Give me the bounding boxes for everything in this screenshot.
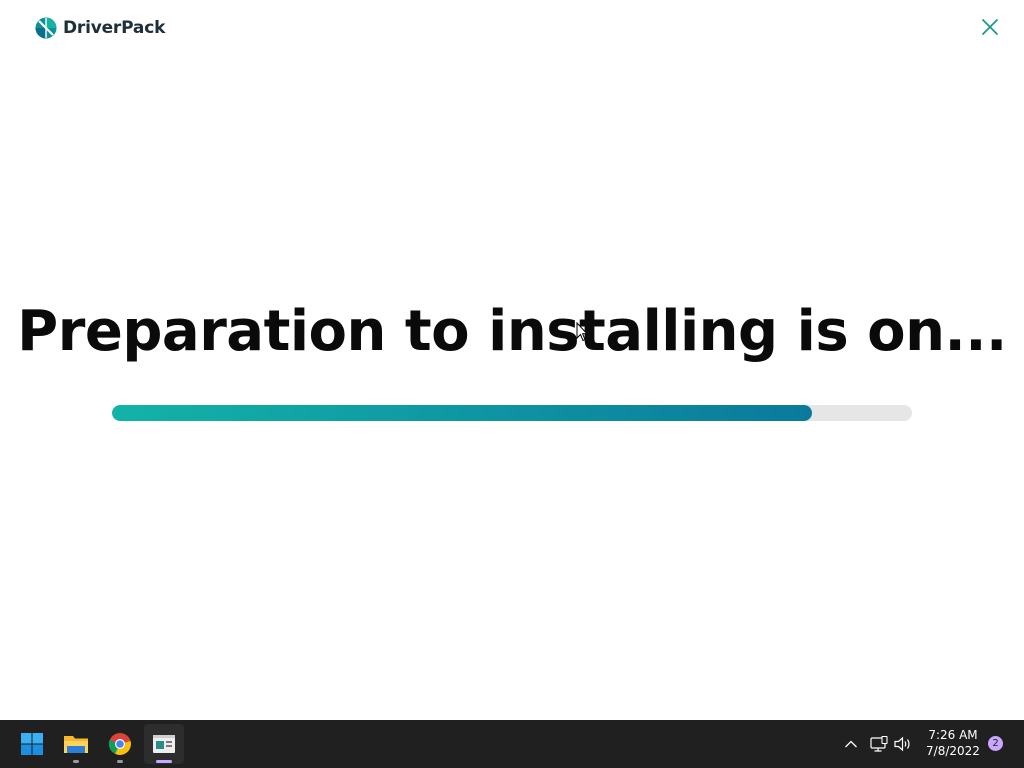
running-indicator [73, 760, 79, 763]
clock-date: 7/8/2022 [926, 744, 980, 758]
progress-bar [112, 405, 912, 421]
system-clock[interactable]: 7:26 AM 7/8/2022 [920, 727, 986, 759]
driverpack-app-icon [153, 735, 175, 753]
driverpack-logo-icon [35, 17, 57, 39]
network-icon [870, 736, 888, 752]
tray-overflow-button[interactable] [839, 732, 863, 756]
start-button[interactable] [12, 724, 52, 764]
running-indicator [117, 760, 123, 763]
active-indicator [156, 760, 172, 763]
chevron-up-icon [845, 740, 857, 748]
close-button[interactable] [978, 15, 1002, 39]
network-status[interactable] [867, 732, 891, 756]
volume-control[interactable] [891, 732, 915, 756]
taskbar-file-explorer[interactable] [56, 724, 96, 764]
page-title: Preparation to installing is on... [17, 299, 1007, 364]
file-explorer-icon [64, 736, 88, 753]
notification-badge[interactable]: 2 [988, 736, 1003, 751]
brand: DriverPack [35, 17, 165, 39]
chrome-icon [108, 733, 131, 755]
windows-start-icon [21, 733, 43, 755]
driverpack-window: DriverPack Preparation to installing is … [0, 0, 1024, 720]
progress-fill [112, 405, 812, 421]
brand-name: DriverPack [63, 18, 166, 38]
clock-time: 7:26 AM [928, 728, 978, 742]
volume-icon [894, 736, 910, 752]
taskbar-chrome[interactable] [100, 724, 140, 764]
taskbar-driverpack[interactable] [144, 724, 184, 764]
close-icon [982, 19, 998, 35]
taskbar: 7:26 AM 7/8/2022 2 [0, 720, 1024, 768]
